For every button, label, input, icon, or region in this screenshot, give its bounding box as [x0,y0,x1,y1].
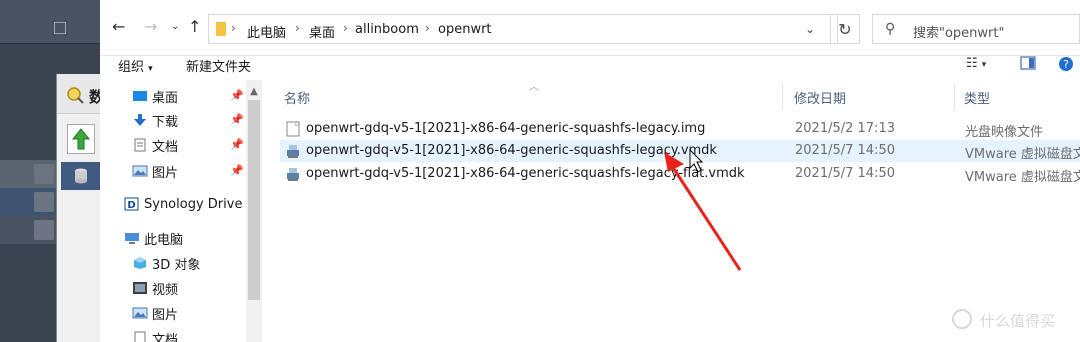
document-icon [134,331,146,342]
peek-window: 数 [56,74,104,342]
file-type: VMware 虚拟磁盘文 [965,147,1080,162]
recent-locations-chevron-icon[interactable]: ⌄ [171,21,179,32]
nav-item-desktop[interactable]: 桌面 [132,86,178,106]
breadcrumb-separator-icon[interactable]: › [231,21,236,35]
breadcrumb-openwrt[interactable]: openwrt [438,22,492,37]
change-view-icon[interactable]: ☷ ▾ [966,56,986,71]
nav-item-pictures-pc[interactable]: 图片 [132,303,178,323]
column-divider[interactable] [782,84,783,110]
sort-ascending-icon: ︿ [529,82,539,93]
search-placeholder: 搜索"openwrt" [913,26,1005,41]
vmdk-file-icon [287,145,299,158]
file-list: ︿ 名称 修改日期 类型 openwrt-gdq-v5-1[2021]-x86-… [264,80,1080,342]
breadcrumb-separator-icon[interactable]: › [425,21,430,35]
command-bar: 组织 ▾ 新建文件夹 ☷ ▾ ? [100,56,1080,76]
video-icon [133,282,147,294]
nav-item-3d-objects[interactable]: 3D 对象 [132,253,200,273]
organize-button[interactable]: 组织 ▾ [118,56,153,75]
database-icon [75,168,87,184]
breadcrumb-allinboom[interactable]: allinboom [355,22,419,37]
upload-arrow-button[interactable] [67,124,95,154]
3d-objects-icon [134,257,146,269]
preview-pane-icon[interactable] [1020,56,1036,74]
peek-window-titlebar: 数 [57,74,104,114]
pin-icon[interactable]: 📌 [230,138,244,151]
watermark-logo-icon [952,309,972,329]
file-row[interactable]: openwrt-gdq-v5-1[2021]-x86-64-generic-sq… [280,163,1080,185]
file-modified: 2021/5/7 14:50 [795,143,895,158]
up-arrow-icon[interactable]: ↑ [188,17,201,36]
search-app-icon [67,87,84,104]
file-type: 光盘映像文件 [965,125,1044,140]
column-divider[interactable] [954,84,955,110]
maximize-icon[interactable] [54,22,66,34]
address-bar[interactable]: › 此电脑 › 桌面 › allinboom › openwrt [208,14,838,44]
address-row: ← → ⌄ ↑ › 此电脑 › 桌面 › allinboom › openwrt… [100,0,1080,56]
scroll-up-icon[interactable]: ▲ [246,86,262,98]
navigation-pane-scrollbar[interactable]: ▲ [246,80,262,342]
desktop-icon [133,91,147,101]
breadcrumb-separator-icon[interactable]: › [343,21,348,35]
pin-icon[interactable]: 📌 [230,113,244,126]
nav-item-this-pc[interactable]: 此电脑 [124,228,183,248]
download-icon [134,114,146,126]
nav-item-synology-drive[interactable]: D Synology Drive - [124,194,251,214]
svg-text:D: D [127,200,135,211]
nav-item-videos[interactable]: 视频 [132,278,178,298]
scrollbar-thumb[interactable] [248,100,260,300]
nav-item-documents-pc[interactable]: 文档 [132,328,178,342]
breadcrumb-desktop[interactable]: 桌面 [309,22,335,41]
back-arrow-icon[interactable]: ← [112,17,125,36]
dropdown-caret-icon: ▾ [148,64,153,74]
search-icon: ⚲ [885,21,896,37]
svg-text:?: ? [1063,58,1069,71]
file-type: VMware 虚拟磁盘文 [965,170,1080,185]
file-name: openwrt-gdq-v5-1[2021]-x86-64-generic-sq… [306,121,706,136]
pin-icon[interactable]: 📌 [230,164,244,177]
synology-drive-icon: D [124,197,139,211]
forward-arrow-icon[interactable]: → [144,17,157,36]
nav-item-documents[interactable]: 文档 [132,135,178,155]
file-name: openwrt-gdq-v5-1[2021]-x86-64-generic-sq… [306,166,745,181]
nav-item-downloads[interactable]: 下载 [132,110,178,130]
document-icon [134,138,146,152]
background-app-topbar [0,0,100,44]
help-icon[interactable]: ? [1058,56,1074,76]
database-item-selected[interactable] [61,162,101,190]
column-header-name[interactable]: 名称 [284,88,310,107]
breadcrumb-separator-icon[interactable]: › [295,21,300,35]
picture-icon [132,165,148,177]
column-header-modified[interactable]: 修改日期 [794,88,846,107]
green-up-arrow-icon [72,128,90,150]
disc-image-file-icon [286,121,300,137]
file-row[interactable]: openwrt-gdq-v5-1[2021]-x86-64-generic-sq… [280,118,1080,140]
new-folder-button[interactable]: 新建文件夹 [186,56,251,75]
breadcrumb-this-pc[interactable]: 此电脑 [247,22,286,41]
search-input[interactable]: ⚲ 搜索"openwrt" [872,14,1080,44]
file-name: openwrt-gdq-v5-1[2021]-x86-64-generic-sq… [306,143,717,158]
folder-icon [216,22,226,36]
file-modified: 2021/5/7 14:50 [795,166,895,181]
file-explorer-window: ← → ⌄ ↑ › 此电脑 › 桌面 › allinboom › openwrt… [100,0,1080,342]
address-dropdown-chevron-icon[interactable]: ⌄ [797,14,823,44]
vmdk-file-icon [287,168,299,181]
nav-item-pictures[interactable]: 图片 [132,161,178,181]
pin-icon[interactable]: 📌 [230,89,244,102]
this-pc-icon [125,233,139,244]
file-row[interactable]: openwrt-gdq-v5-1[2021]-x86-64-generic-sq… [280,140,1080,162]
file-modified: 2021/5/2 17:13 [795,121,895,136]
column-header-type[interactable]: 类型 [964,88,990,107]
watermark-text: 什么值得买 [980,312,1056,330]
navigation-pane: 桌面 📌 下载 📌 文档 📌 图片 📌 D Synology Drive - 此… [100,80,262,342]
refresh-icon[interactable]: ↻ [830,14,860,44]
picture-icon [132,307,148,319]
